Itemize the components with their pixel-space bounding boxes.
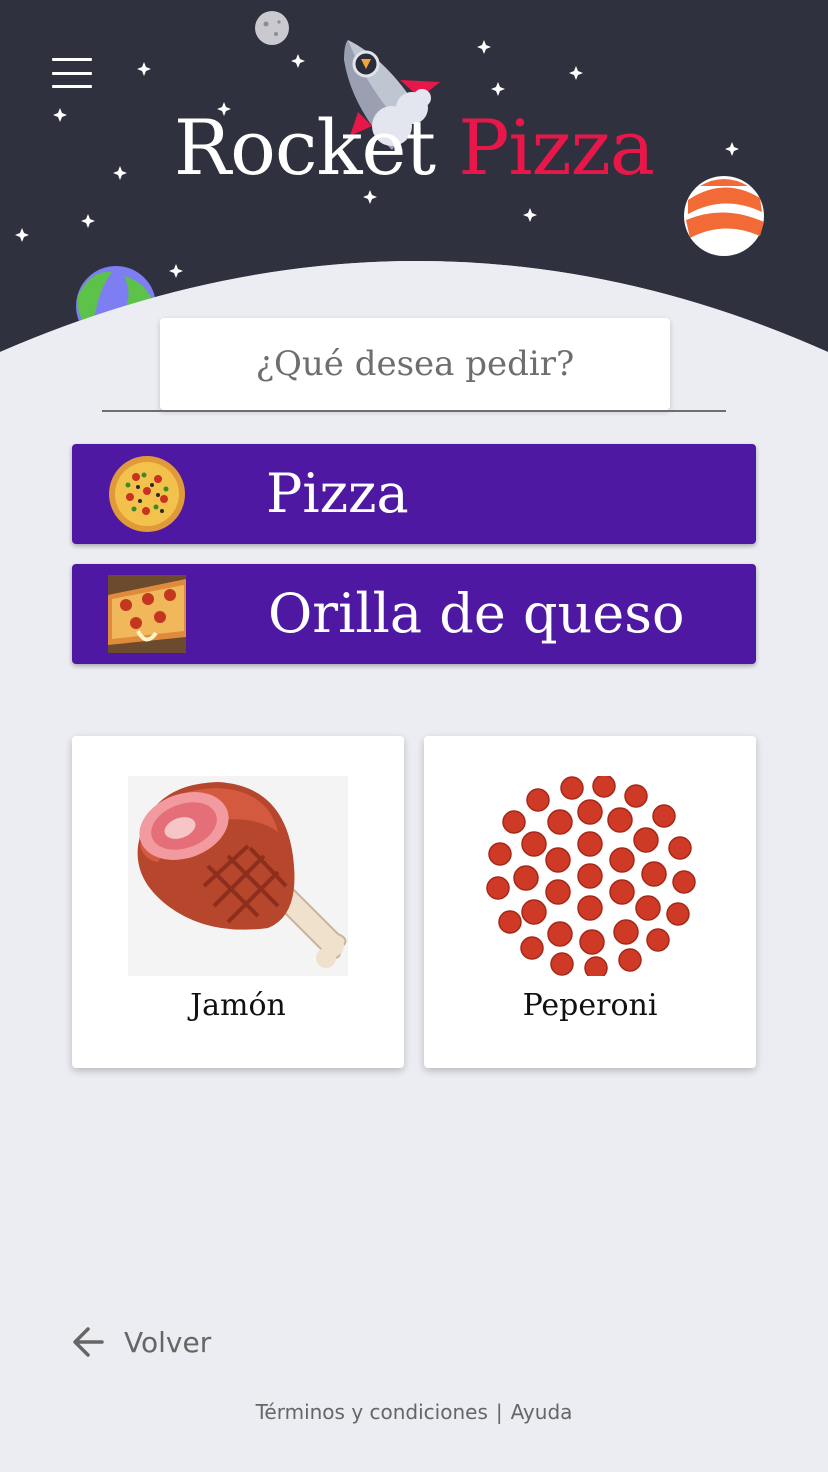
ingredient-label-pepperoni: Peperoni [522,988,658,1023]
category-label-pizza: Pizza [266,462,409,525]
app-title-rocket: Rocket [173,103,436,192]
hamburger-menu-icon[interactable] [52,58,92,88]
pepperoni-image [480,776,700,976]
pizza-image [109,456,185,532]
back-button[interactable]: Volver [70,1318,211,1366]
ham-image [128,776,348,976]
question-heading: ¿Qué desea pedir? [160,318,670,410]
ingredient-card-pepperoni[interactable]: Peperoni [424,736,756,1068]
arrow-left-icon [73,1327,104,1357]
app-title: Rocket Pizza [0,100,828,196]
footer-separator: | [495,1400,503,1424]
app-title-pizza: Pizza [458,103,655,192]
category-label-cheese-crust: Orilla de queso [268,582,685,645]
back-label: Volver [124,1325,212,1359]
category-button-pizza[interactable]: Pizza [72,444,756,544]
cheese-crust-image [108,575,186,653]
terms-link[interactable]: Términos y condiciones [256,1400,488,1424]
ingredient-card-ham[interactable]: Jamón [72,736,404,1068]
footer: Términos y condiciones | Ayuda [0,1400,828,1424]
divider [102,410,726,412]
help-link[interactable]: Ayuda [511,1400,573,1424]
app-screen: Rocket Pizza ¿Qué desea pedir? Pizza Ori… [0,0,828,1472]
ingredient-label-ham: Jamón [190,988,286,1023]
category-button-cheese-crust[interactable]: Orilla de queso [72,564,756,664]
moon-icon [255,11,289,45]
